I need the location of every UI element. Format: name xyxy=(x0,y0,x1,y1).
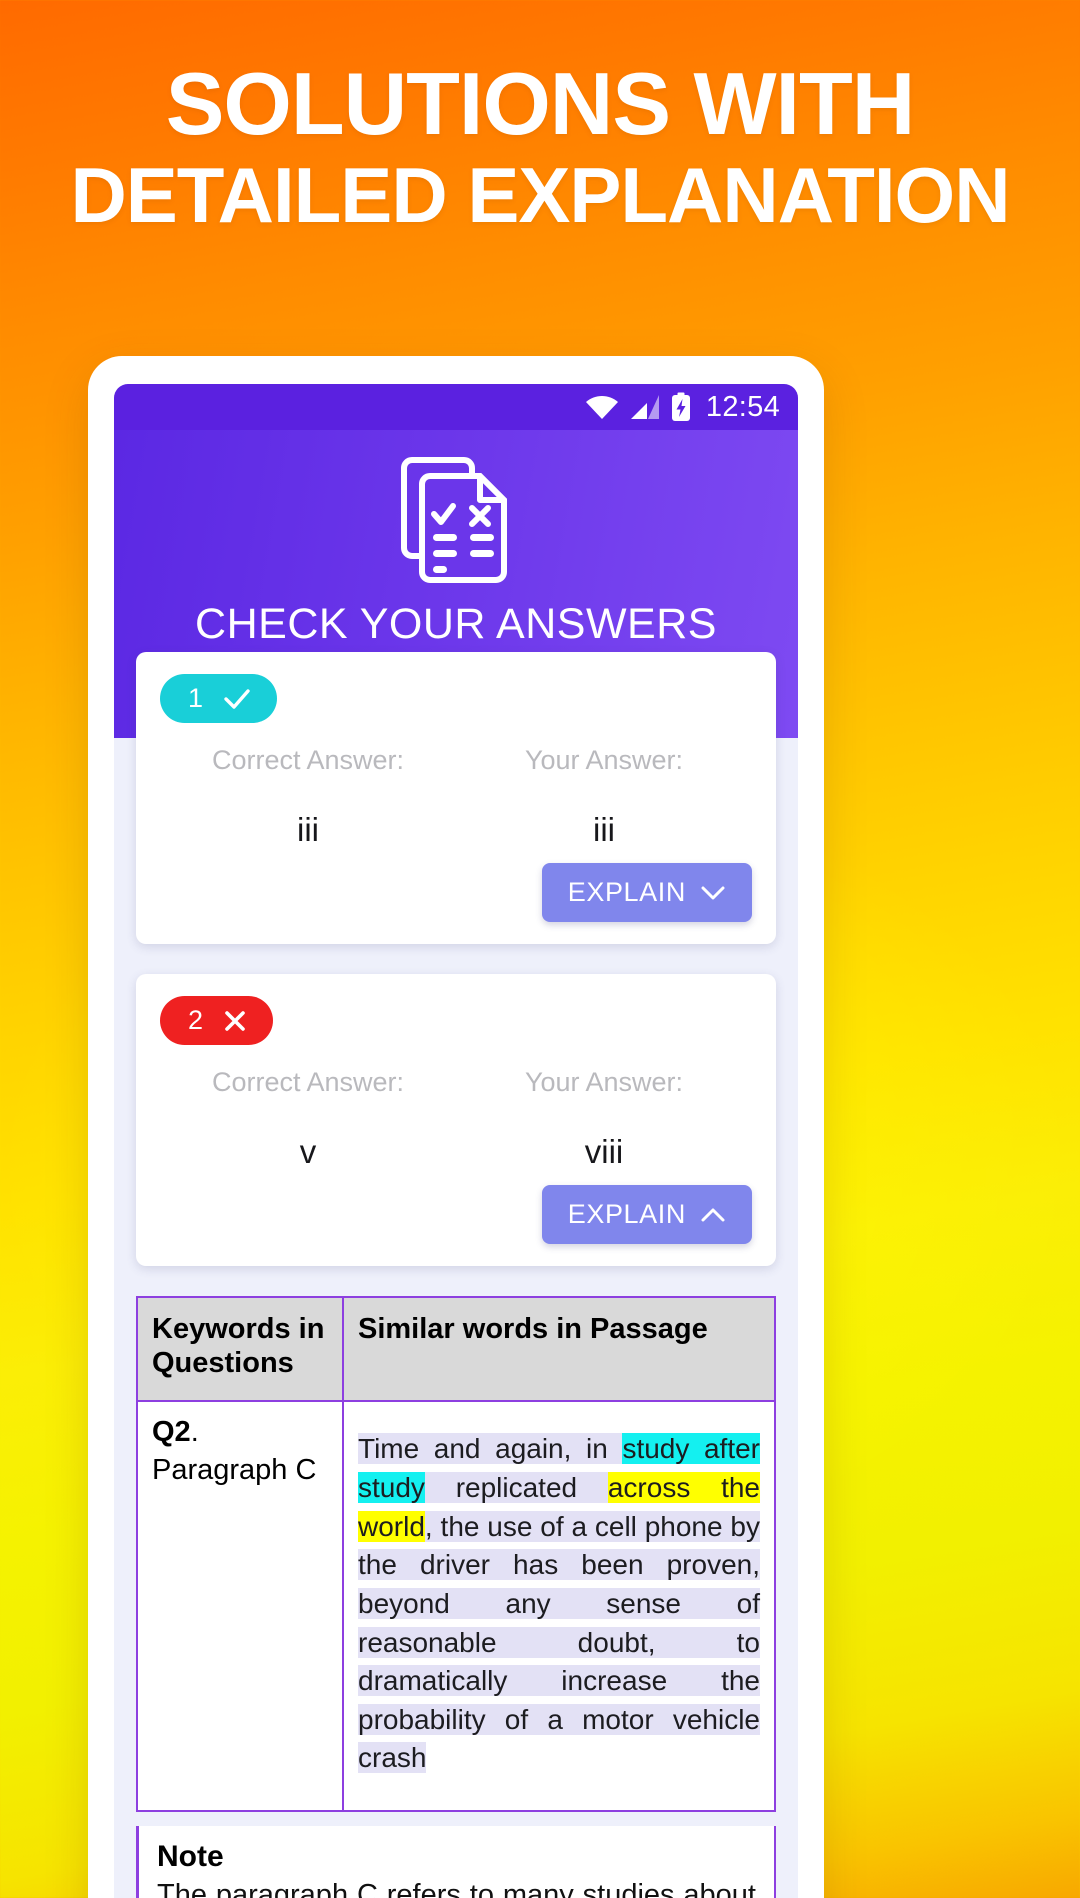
answer-row: Correct Answer: iii Your Answer: iii xyxy=(160,745,752,849)
explain-row: EXPLAIN xyxy=(160,863,752,922)
correct-answer-value: v xyxy=(299,1133,317,1170)
promo-headline: SOLUTIONS WITH DETAILED EXPLANATION xyxy=(0,54,1080,240)
question-number: 1 xyxy=(188,683,204,713)
explain-button[interactable]: EXPLAIN xyxy=(541,863,752,922)
explanation-table-wrap: Keywords in Questions Similar words in P… xyxy=(136,1295,776,1813)
answer-sheet-icon xyxy=(114,456,798,584)
question-ref: Q2 xyxy=(152,1416,191,1449)
passage-segment: Time and again, in xyxy=(358,1433,623,1465)
page-title: CHECK YOUR ANSWERS xyxy=(195,600,717,648)
explain-label: EXPLAIN xyxy=(567,1199,686,1229)
chevron-down-icon xyxy=(701,886,725,899)
note-title: Note xyxy=(157,1840,224,1874)
passage-text: Time and again, in study after study rep… xyxy=(358,1414,761,1798)
status-badge: 2 xyxy=(160,996,274,1045)
correct-answer-value: iii xyxy=(297,811,319,848)
correct-answer-label: Correct Answer: xyxy=(211,1067,405,1097)
app-scroll-area[interactable]: CHECK YOUR ANSWERS 12 3 xyxy=(114,430,798,1898)
explain-button[interactable]: EXPLAIN xyxy=(541,1185,752,1244)
question-number: 2 xyxy=(188,1005,204,1035)
answer-card[interactable]: 1 Correct Answer: iii Your Answer: iii E… xyxy=(136,652,776,944)
phone-screen: 12:54 CHECK YOUR ANSWERS 1 Correct Answe… xyxy=(114,384,798,1898)
table-header-row: Keywords in Questions Similar words in P… xyxy=(136,1295,776,1403)
keywords-table: Keywords in Questions Similar words in P… xyxy=(136,1295,776,1813)
your-answer-value: iii xyxy=(593,811,615,848)
table-header-keywords: Keywords in Questions xyxy=(136,1295,344,1403)
headline-line-1: SOLUTIONS WITH xyxy=(165,54,916,153)
your-answer-column: Your Answer: iii xyxy=(456,745,752,849)
your-answer-value: viii xyxy=(584,1133,624,1170)
correct-answer-label: Correct Answer: xyxy=(211,745,405,775)
status-bar: 12:54 xyxy=(114,384,798,430)
correct-answer-column: Correct Answer: iii xyxy=(160,745,456,849)
table-cell-question: Q2. Paragraph C xyxy=(136,1400,344,1813)
phone-mockup: 12:54 CHECK YOUR ANSWERS 1 Correct Answe… xyxy=(88,356,824,1898)
answer-row: Correct Answer: v Your Answer: viii xyxy=(160,1067,752,1171)
check-icon xyxy=(224,688,250,709)
status-bar-clock: 12:54 xyxy=(705,390,780,423)
correct-answer-column: Correct Answer: v xyxy=(160,1067,456,1171)
chevron-up-icon xyxy=(701,1208,725,1221)
note-text: The paragraph C refers to many studies a… xyxy=(157,1879,756,1898)
table-cell-passage: Time and again, in study after study rep… xyxy=(342,1400,776,1813)
explain-row: EXPLAIN xyxy=(160,1185,752,1244)
your-answer-column: Your Answer: viii xyxy=(456,1067,752,1171)
table-row: Q2. Paragraph C Time and again, in study… xyxy=(136,1400,776,1813)
passage-segment: replicated xyxy=(424,1472,608,1504)
wifi-icon xyxy=(585,394,619,420)
battery-charging-icon xyxy=(671,392,691,422)
your-answer-label: Your Answer: xyxy=(524,745,684,775)
headline-line-2: DETAILED EXPLANATION xyxy=(70,151,1010,240)
note-box: Note The paragraph C refers to many stud… xyxy=(136,1826,776,1898)
table-header-similar: Similar words in Passage xyxy=(342,1295,776,1403)
answer-card[interactable]: 2 Correct Answer: v Your Answer: viii EX… xyxy=(136,974,776,1266)
status-badge: 1 xyxy=(160,674,278,723)
explain-label: EXPLAIN xyxy=(567,877,686,907)
cellular-signal-icon xyxy=(630,394,660,420)
cross-icon xyxy=(225,1010,245,1031)
your-answer-label: Your Answer: xyxy=(524,1067,684,1097)
passage-segment: , the use of a cell phone by the driver … xyxy=(358,1510,760,1774)
